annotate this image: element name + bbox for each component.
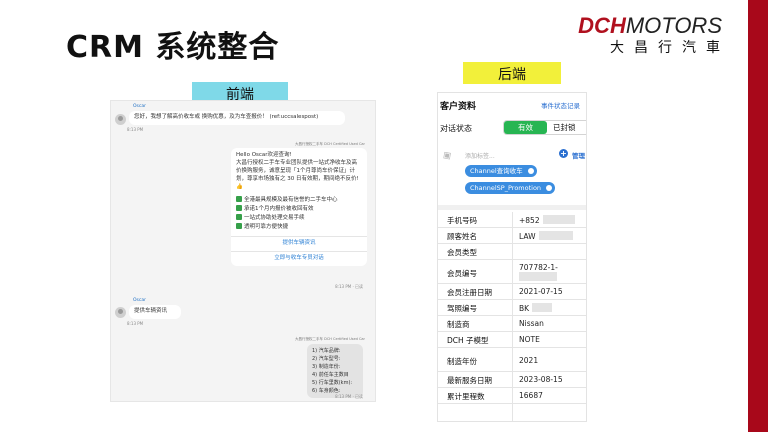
add-tag-icon[interactable]: + [559, 149, 568, 158]
back-end-label: 后端 [463, 62, 561, 84]
field-value: 707782-1- [519, 263, 558, 282]
field-value: 16687 [519, 391, 543, 400]
field-value: 2023-08-15 [519, 375, 563, 384]
crm-title: 客户资料 [440, 102, 477, 112]
field-value: +852 [519, 215, 575, 225]
field-value: 2021-07-15 [519, 287, 563, 296]
dialog-status-label: 对话状态 [440, 124, 472, 133]
field-label: 驾照编号 [447, 304, 477, 313]
field-label: 制造年份 [447, 357, 477, 366]
feature-item: 承诺1个月内报价被收回有效 [236, 204, 362, 214]
redaction [519, 272, 557, 281]
feature-item: 全港最具规模及最有信誉的二手车中心 [236, 195, 362, 205]
field-value: BK [519, 303, 553, 313]
redaction [538, 231, 573, 240]
bot-meta: 大昌行授权二手车 DCH Certified Used Car [295, 142, 365, 146]
brand-bar [748, 0, 768, 432]
redaction [542, 215, 575, 224]
tag-input[interactable]: 添加标签... [465, 151, 495, 160]
field-label: 制造商 [447, 320, 470, 329]
tag-chip[interactable]: Channel查询收车 [465, 165, 537, 177]
logo-subtitle: 大昌行汽車 [610, 40, 730, 56]
field-label: DCH 子模型 [447, 336, 489, 345]
form-line: 5) 行车里数(km): [312, 380, 353, 386]
tag-chip-label: ChannelSP_Promotion [470, 184, 542, 192]
status-active-option[interactable]: 有效 [504, 121, 547, 134]
dialog-status-toggle[interactable]: 有效 已封锁 [503, 120, 586, 135]
form-time: 8:13 PM · 已读 [335, 394, 363, 399]
field-value: Nissan [519, 319, 544, 328]
vehicle-form-message: 1) 汽车品牌: 2) 汽车型号: 3) 制造年份: 4) 前任车主数目 5) … [307, 344, 363, 398]
contact-agent-button[interactable]: 立即与收车专员对话 [231, 250, 367, 266]
field-label: 手机号码 [447, 216, 477, 225]
field-label: 会员注册日期 [447, 288, 492, 297]
user-avatar [115, 307, 126, 318]
logo-motors: MOTORS [625, 13, 722, 38]
tag-chip-label: Channel查询收车 [470, 167, 523, 175]
reply-greeting: Hello Oscar欢迎查询! [236, 152, 292, 158]
crm-customer-panel: 客户资料 事件状态记录 对话状态 有效 已封锁 ◈ 添加标签... + 管理 C… [437, 92, 587, 422]
field-label: 累计里程数 [447, 392, 485, 401]
event-log-link[interactable]: 事件状态记录 [541, 100, 580, 110]
field-value: LAW [519, 231, 573, 241]
dch-motors-logo: DCHMOTORS 大昌行汽車 [578, 13, 722, 57]
redaction [532, 303, 553, 312]
form-line: 2) 汽车型号: [312, 356, 341, 362]
checkmark-icon [236, 195, 242, 202]
remove-tag-icon[interactable] [546, 185, 553, 191]
reply-body: 大昌行授权二手车专业团队提供一站式净收车及高价换购服务，诚意呈现「1个月尊尚车价… [236, 159, 359, 190]
feature-item: 一站式协助处理交易手续 [236, 213, 362, 223]
message-time: 8:13 PM [127, 321, 144, 326]
field-value: 2021 [519, 356, 539, 365]
feature-item: 透明可靠方便快捷 [236, 222, 362, 232]
form-line: 3) 制造年份: [312, 364, 341, 370]
field-label: 顾客姓名 [447, 232, 477, 241]
checkmark-icon [236, 222, 242, 229]
user-message: 您好，我想了解高价收车或 换购优惠，及为车查报价！ (ref:uccsalesp… [129, 111, 345, 125]
chat-window: Oscar 您好，我想了解高价收车或 换购优惠，及为车查报价！ (ref:ucc… [110, 100, 376, 402]
field-label: 会员类型 [447, 248, 477, 257]
status-blocked-option[interactable]: 已封锁 [553, 121, 576, 134]
reply-time: 8:13 PM · 已读 [335, 284, 363, 289]
checkmark-icon [236, 204, 242, 211]
tag-chip[interactable]: ChannelSP_Promotion [465, 182, 556, 194]
user-avatar [115, 114, 126, 125]
form-line: 1) 汽车品牌: [312, 348, 341, 354]
divider [438, 205, 586, 210]
crm-header: 客户资料 事件状态记录 [438, 93, 586, 113]
field-value: NOTE [519, 335, 540, 344]
provide-vehicle-info-button[interactable]: 提供车辆资讯 [231, 235, 367, 251]
manage-tags-link[interactable]: 管理 [572, 150, 585, 160]
field-label: 会员编号 [447, 269, 477, 278]
sender-name: Oscar [133, 298, 146, 303]
sender-name: Oscar [133, 104, 146, 109]
logo-dch: DCH [578, 13, 626, 38]
bot-reply-card: Hello Oscar欢迎查询! 大昌行授权二手车专业团队提供一站式净收车及高价… [231, 148, 367, 266]
column-divider [512, 212, 513, 421]
slide-title: CRM 系统整合 [66, 30, 280, 65]
checkmark-icon [236, 213, 242, 220]
slide: CRM 系统整合 DCHMOTORS 大昌行汽車 前端 后端 Oscar 您好，… [0, 0, 768, 432]
remove-tag-icon[interactable] [527, 168, 534, 174]
message-time: 8:13 PM [127, 127, 144, 132]
form-line: 4) 前任车主数目 [312, 372, 349, 378]
field-label: 最新服务日期 [447, 376, 492, 385]
bot-meta: 大昌行授权二手车 DCH Certified Used Car [295, 337, 365, 341]
user-message: 提供车辆资讯 [129, 305, 181, 319]
